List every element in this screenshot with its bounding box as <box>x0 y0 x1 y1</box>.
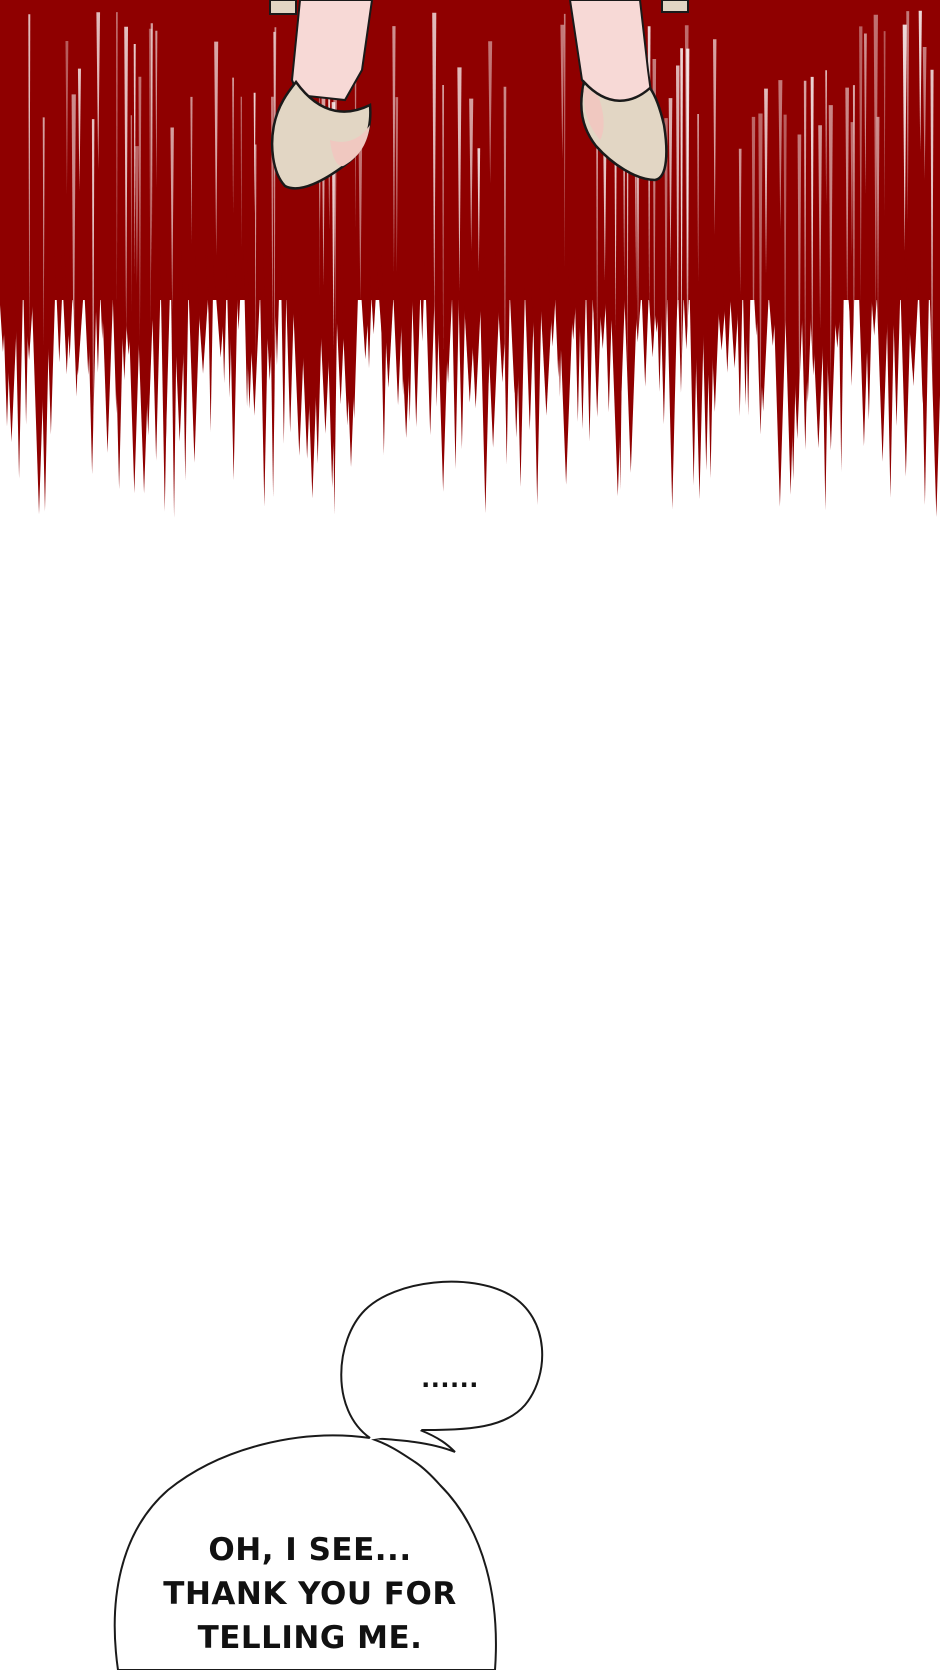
red-speed-lines-panel <box>0 0 940 540</box>
speed-line <box>928 250 940 518</box>
speech-bubbles: ...... OH, I SEE... THANK YOU FOR TELLIN… <box>0 1280 940 1670</box>
speed-line <box>838 250 845 472</box>
comic-page: ...... OH, I SEE... THANK YOU FOR TELLIN… <box>0 0 940 1670</box>
large-bubble-line-2: THANK YOU FOR <box>163 1576 457 1612</box>
speed-line <box>150 250 162 461</box>
speed-line <box>14 250 24 479</box>
speed-line <box>207 250 214 433</box>
large-bubble-line-1: OH, I SEE... <box>208 1532 412 1568</box>
left-heel <box>269 0 297 15</box>
small-bubble-text: ...... <box>421 1365 479 1393</box>
speech-bubble-shapes <box>113 1280 544 1670</box>
speed-line <box>920 250 930 506</box>
speed-line <box>847 250 856 386</box>
speed-line <box>736 250 744 417</box>
right-heel <box>661 0 689 13</box>
large-bubble-line-3: TELLING ME. <box>197 1620 423 1656</box>
speed-lines-illustration <box>0 0 940 519</box>
